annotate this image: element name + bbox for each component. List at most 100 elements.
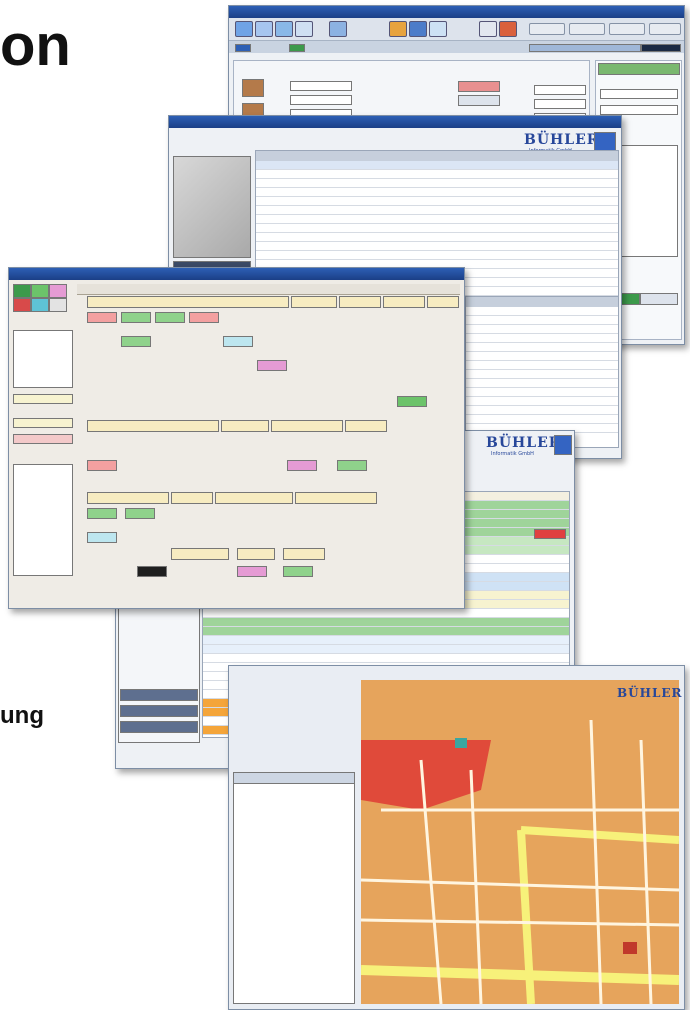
nav-button[interactable] xyxy=(120,689,198,701)
toolbar-icon[interactable] xyxy=(409,21,427,37)
shift-cell[interactable] xyxy=(397,396,427,407)
side-list[interactable] xyxy=(13,330,73,388)
toolbar-icon[interactable] xyxy=(329,21,347,37)
table-row[interactable] xyxy=(466,316,618,325)
palette-swatch[interactable] xyxy=(13,298,31,312)
table-row[interactable] xyxy=(466,334,618,343)
nav-button[interactable] xyxy=(120,705,198,717)
input-field[interactable] xyxy=(600,105,678,115)
window-titlebar[interactable] xyxy=(229,6,684,18)
table-row[interactable] xyxy=(203,654,569,663)
input-field[interactable] xyxy=(290,95,352,105)
table-row[interactable] xyxy=(256,215,618,224)
toolbar-button[interactable] xyxy=(609,23,645,35)
palette-swatch[interactable] xyxy=(49,284,67,298)
shift-cell[interactable] xyxy=(121,336,151,347)
table-row[interactable] xyxy=(203,636,569,645)
toolbar-icon[interactable] xyxy=(275,21,293,37)
table-row[interactable] xyxy=(203,618,569,627)
table-row[interactable] xyxy=(466,370,618,379)
shift-grid xyxy=(77,296,460,596)
map-sidebar xyxy=(233,772,355,1004)
toolbar-icon[interactable] xyxy=(479,21,497,37)
table-row[interactable] xyxy=(466,406,618,415)
table-row[interactable] xyxy=(466,415,618,424)
toolbar-button[interactable] xyxy=(569,23,605,35)
shift-cell[interactable] xyxy=(257,360,287,371)
window-titlebar[interactable] xyxy=(9,268,464,280)
shift-cell[interactable] xyxy=(87,532,117,543)
shift-cell[interactable] xyxy=(87,312,117,323)
table-row[interactable] xyxy=(256,206,618,215)
table-row[interactable] xyxy=(256,233,618,242)
toolbar-icon[interactable] xyxy=(295,21,313,37)
table-row[interactable] xyxy=(256,242,618,251)
side-header xyxy=(13,394,73,404)
table-row[interactable] xyxy=(466,397,618,406)
window-shift-board xyxy=(8,267,465,609)
shift-cell[interactable] xyxy=(87,460,117,471)
shift-cell[interactable] xyxy=(125,508,155,519)
nav-button[interactable] xyxy=(120,721,198,733)
map-area[interactable] xyxy=(361,680,679,1004)
toolbar-button[interactable] xyxy=(529,23,565,35)
input-field[interactable] xyxy=(534,99,586,109)
toolbar-button[interactable] xyxy=(649,23,681,35)
section-header xyxy=(87,492,169,504)
toolbar-icon[interactable] xyxy=(255,21,273,37)
toolbar-icon[interactable] xyxy=(235,21,253,37)
input-field[interactable] xyxy=(290,81,352,91)
shift-cell[interactable] xyxy=(237,566,267,577)
table-row[interactable] xyxy=(256,161,618,170)
red-action-button[interactable] xyxy=(458,81,500,92)
palette-swatch[interactable] xyxy=(49,298,67,312)
window-titlebar[interactable] xyxy=(169,116,621,128)
section-header xyxy=(383,296,425,308)
section-header xyxy=(215,492,293,504)
table-row[interactable] xyxy=(466,352,618,361)
table-row[interactable] xyxy=(466,307,618,316)
table-row[interactable] xyxy=(256,251,618,260)
table-row[interactable] xyxy=(203,627,569,636)
table-row[interactable] xyxy=(256,179,618,188)
table-row[interactable] xyxy=(256,170,618,179)
section-header xyxy=(171,492,213,504)
shift-cell[interactable] xyxy=(87,508,117,519)
section-header xyxy=(237,548,275,560)
map-road xyxy=(589,719,603,1004)
table-row[interactable] xyxy=(466,325,618,334)
brand-logo-text: BÜHLER xyxy=(524,132,600,148)
shift-cell[interactable] xyxy=(155,312,185,323)
action-button[interactable] xyxy=(640,293,678,305)
map-road xyxy=(361,918,679,927)
table-row[interactable] xyxy=(256,188,618,197)
shift-cell[interactable] xyxy=(137,566,167,577)
shift-cell[interactable] xyxy=(121,312,151,323)
table-row[interactable] xyxy=(466,361,618,370)
section-header xyxy=(345,420,387,432)
input-field[interactable] xyxy=(600,89,678,99)
shift-cell[interactable] xyxy=(189,312,219,323)
table-row[interactable] xyxy=(466,343,618,352)
palette-swatch[interactable] xyxy=(31,284,49,298)
input-field[interactable] xyxy=(534,85,586,95)
map-roads xyxy=(361,719,679,1004)
table-row[interactable] xyxy=(203,645,569,654)
table-row[interactable] xyxy=(466,379,618,388)
table-row[interactable] xyxy=(466,388,618,397)
toolbar-icon[interactable] xyxy=(389,21,407,37)
section-header xyxy=(291,296,337,308)
table-row[interactable] xyxy=(203,609,569,618)
shift-cell[interactable] xyxy=(337,460,367,471)
shift-cell[interactable] xyxy=(287,460,317,471)
action-button[interactable] xyxy=(458,95,500,106)
side-legend xyxy=(13,464,73,576)
shift-cell[interactable] xyxy=(283,566,313,577)
table-row[interactable] xyxy=(256,224,618,233)
toolbar-icon[interactable] xyxy=(499,21,517,37)
palette-swatch[interactable] xyxy=(13,284,31,298)
palette-swatch[interactable] xyxy=(31,298,49,312)
table-row[interactable] xyxy=(256,197,618,206)
shift-cell[interactable] xyxy=(223,336,253,347)
toolbar-icon[interactable] xyxy=(429,21,447,37)
